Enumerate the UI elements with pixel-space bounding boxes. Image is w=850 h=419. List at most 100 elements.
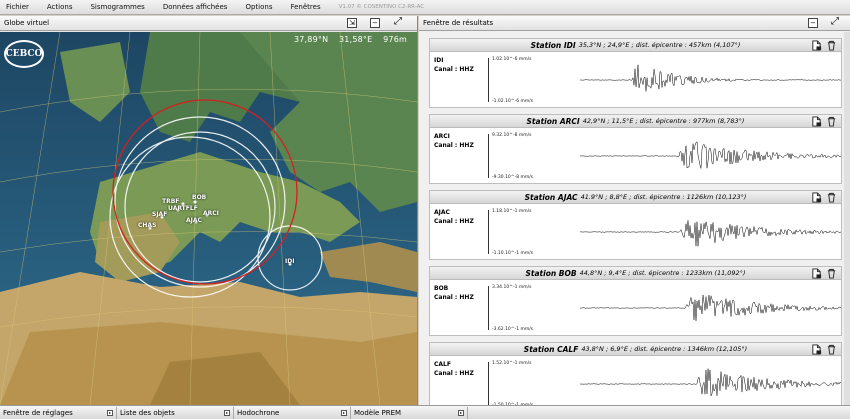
station-label-sjaf[interactable]: SJAF: [152, 211, 167, 218]
amplitude-min: -9.30.10^-8 mm/s: [492, 175, 534, 180]
menu-sismogrammes[interactable]: Sismogrammes: [84, 3, 156, 11]
bottom-bar: Fenêtre de réglages ▸ Liste des objets ▸ H…: [0, 405, 850, 419]
document-icon[interactable]: [811, 344, 822, 355]
amplitude-max: 1.02.10^-6 mm/s: [492, 57, 532, 62]
station-channel: Canal : HHZ: [434, 218, 474, 225]
station-label-trbf[interactable]: TRBF: [162, 198, 179, 205]
menu-fichier[interactable]: Fichier: [0, 3, 41, 11]
station-label-arci[interactable]: ARCI: [203, 210, 219, 217]
station-info: BOB Canal : HHZ: [434, 284, 474, 302]
station-channel: Canal : HHZ: [434, 66, 474, 73]
globe-map[interactable]: 37,89°N 31,58°E 976m CEBCO BOB TRBF UART…: [0, 32, 417, 405]
tab-liste-objets[interactable]: Liste des objets ▸: [117, 406, 234, 419]
trash-icon[interactable]: [826, 344, 837, 355]
results-panel: Fenêtre de résultats − ⤢ Station IDI 35,…: [419, 16, 850, 405]
station-label-chas[interactable]: CHAS: [138, 222, 156, 229]
seismogram-line: [580, 294, 842, 321]
results-minimize-icon[interactable]: −: [808, 18, 818, 28]
expand-icon[interactable]: ▸: [224, 409, 230, 416]
seismogram-trace[interactable]: [580, 132, 842, 180]
results-title: Fenêtre de résultats: [423, 19, 494, 27]
seismogram-line: [580, 64, 842, 92]
seismogram-trace[interactable]: [580, 360, 842, 405]
detach-icon[interactable]: ⇲: [347, 18, 357, 28]
trash-icon[interactable]: [826, 40, 837, 51]
amplitude-max: 1.52.10^-1 mm/s: [492, 361, 532, 366]
station-detail: 44,8°N ; 9,4°E ; dist. épicentre : 1233k…: [579, 269, 746, 277]
menu-bar: Fichier Actions Sismogrammes Données aff…: [0, 0, 850, 15]
version-label: V1.07 © COSENTINO C2-RR-AC: [338, 4, 425, 10]
station-card-arci: Station ARCI 42,9°N ; 11,5°E ; dist. épi…: [429, 114, 842, 184]
station-info: ARCI Canal : HHZ: [434, 132, 474, 150]
station-code: CALF: [434, 361, 451, 368]
menu-donnees-affichees[interactable]: Données affichées: [157, 3, 240, 11]
station-card-bob: Station BOB 44,8°N ; 9,4°E ; dist. épice…: [429, 266, 842, 336]
station-info: IDI Canal : HHZ: [434, 56, 474, 74]
results-panel-title: Fenêtre de résultats − ⤢: [419, 16, 850, 31]
seismogram-trace[interactable]: [580, 208, 842, 256]
document-icon[interactable]: [811, 40, 822, 51]
expand-icon[interactable]: ▸: [341, 409, 347, 416]
menu-fenetres[interactable]: Fenêtres: [284, 3, 332, 11]
amplitude-max: 9.32.10^-8 mm/s: [492, 133, 532, 138]
tab-reglages[interactable]: Fenêtre de réglages ▸: [0, 406, 117, 419]
seismogram-trace[interactable]: [580, 56, 842, 104]
seismogram-trace[interactable]: [580, 284, 842, 332]
tab-liste-objets-label: Liste des objets: [120, 408, 175, 417]
globe-map-svg: [0, 32, 417, 405]
globe-panel: Globe virtuel ⇲ − ⤢ 37,89°N 31,58°E 976m…: [0, 16, 418, 405]
station-label-uartflf[interactable]: UARTFLF: [168, 205, 198, 212]
station-detail: 43,8°N ; 6,9°E ; dist. épicentre : 1346k…: [581, 345, 748, 353]
minimize-icon[interactable]: −: [370, 18, 380, 28]
station-info: AJAC Canal : HHZ: [434, 208, 474, 226]
amplitude-axis: [488, 362, 489, 405]
station-label-idi[interactable]: IDI: [285, 258, 294, 265]
expand-icon[interactable]: ▸: [107, 409, 113, 416]
document-icon[interactable]: [811, 268, 822, 279]
amplitude-axis: [488, 286, 489, 330]
station-name: Station AJAC: [524, 192, 578, 202]
station-name: Station CALF: [523, 344, 579, 354]
station-channel: Canal : HHZ: [434, 370, 474, 377]
station-actions: [811, 40, 837, 51]
document-icon[interactable]: [811, 192, 822, 203]
amplitude-max: 3.34.10^-1 mm/s: [492, 285, 532, 290]
results-maximize-icon[interactable]: ⤢: [830, 17, 840, 28]
tab-hodochrone[interactable]: Hodochrone ▸: [234, 406, 351, 419]
trash-icon[interactable]: [826, 192, 837, 203]
station-header: Station ARCI 42,9°N ; 11,5°E ; dist. épi…: [430, 115, 841, 128]
station-name: Station IDI: [530, 40, 576, 50]
lat-readout: 37,89°N: [293, 35, 329, 44]
station-detail: 41.9°N ; 8,8°E ; dist. épicentre : 1126k…: [580, 193, 747, 201]
station-code: AJAC: [434, 209, 450, 216]
amplitude-min: -1.02.10^-6 mm/s: [492, 99, 534, 104]
amplitude-min: -1.10.10^-1 mm/s: [492, 251, 534, 256]
station-detail: 42,9°N ; 11,5°E ; dist. épicentre : 977k…: [582, 117, 745, 125]
station-actions: [811, 268, 837, 279]
station-label-bob[interactable]: BOB: [192, 194, 206, 201]
menu-options[interactable]: Options: [239, 3, 284, 11]
station-header: Station BOB 44,8°N ; 9,4°E ; dist. épice…: [430, 267, 841, 280]
amplitude-axis: [488, 210, 489, 254]
station-actions: [811, 192, 837, 203]
expand-icon[interactable]: ▸: [458, 409, 464, 416]
amplitude-axis: [488, 58, 489, 102]
station-channel: Canal : HHZ: [434, 294, 474, 301]
tab-modele-prem[interactable]: Modèle PREM ▸: [351, 406, 468, 419]
trash-icon[interactable]: [826, 268, 837, 279]
station-header: Station AJAC 41.9°N ; 8,8°E ; dist. épic…: [430, 191, 841, 204]
station-card-ajac: Station AJAC 41.9°N ; 8,8°E ; dist. épic…: [429, 190, 842, 260]
document-icon[interactable]: [811, 116, 822, 127]
maximize-icon[interactable]: ⤢: [393, 17, 403, 28]
station-detail: 35,3°N ; 24,9°E ; dist. épicentre : 457k…: [578, 41, 741, 49]
trash-icon[interactable]: [826, 116, 837, 127]
results-list[interactable]: Station IDI 35,3°N ; 24,9°E ; dist. épic…: [419, 32, 850, 405]
station-label-ajac[interactable]: AJAC: [186, 217, 202, 224]
results-scrollbar[interactable]: [844, 32, 850, 405]
station-card-idi: Station IDI 35,3°N ; 24,9°E ; dist. épic…: [429, 38, 842, 108]
station-name: Station BOB: [525, 268, 577, 278]
gebco-logo: CEBCO: [4, 40, 44, 68]
menu-actions[interactable]: Actions: [41, 3, 85, 11]
seismogram-line: [580, 368, 842, 397]
lon-readout: 31,58°E: [339, 35, 373, 44]
